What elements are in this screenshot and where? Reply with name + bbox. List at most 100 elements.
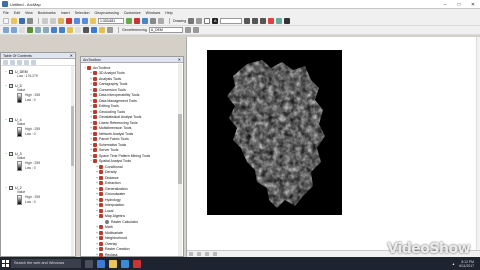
- toc-layer[interactable]: − ✓ U_4 Value High : 255 Low : 0: [5, 117, 71, 138]
- fixed-zoom-in-icon[interactable]: [35, 27, 41, 33]
- new-document-icon[interactable]: [3, 17, 9, 24]
- close-icon[interactable]: ✕: [178, 57, 181, 63]
- layer-visibility-checkbox[interactable]: ✓: [9, 69, 13, 74]
- georef-link-icon[interactable]: [192, 27, 199, 33]
- forward-extent-icon[interactable]: [59, 27, 65, 33]
- taskbar-search-input[interactable]: Search the web and Windows: [11, 259, 81, 268]
- layer-visibility-checkbox[interactable]: ✓: [9, 185, 13, 190]
- arcmap-taskbar-icon[interactable]: [133, 259, 141, 268]
- layer-visibility-checkbox[interactable]: ✓: [9, 117, 13, 122]
- fixed-zoom-out-icon[interactable]: [43, 27, 49, 33]
- measure-icon[interactable]: [107, 27, 113, 33]
- start-button[interactable]: [0, 257, 10, 270]
- back-extent-icon[interactable]: [51, 27, 57, 33]
- menu-file[interactable]: File: [3, 11, 9, 15]
- underline-icon[interactable]: [260, 17, 267, 24]
- text-icon[interactable]: A: [212, 17, 219, 24]
- arctoolbox-icon[interactable]: [134, 17, 140, 24]
- menu-view[interactable]: View: [25, 11, 33, 15]
- drawing-label[interactable]: Drawing: [173, 19, 186, 23]
- options-icon[interactable]: [31, 59, 36, 65]
- list-by-drawing-order-icon[interactable]: [3, 59, 8, 65]
- delete-icon[interactable]: [66, 17, 72, 24]
- pause-drawing-icon[interactable]: [213, 252, 218, 256]
- toc-layer[interactable]: − ✓ U_2 Value High : 255 Low : 0: [5, 185, 71, 206]
- menu-customize[interactable]: Customize: [124, 11, 141, 15]
- clear-selection-icon[interactable]: [75, 27, 81, 33]
- full-extent-icon[interactable]: [27, 27, 33, 33]
- menu-bookmarks[interactable]: Bookmarks: [38, 11, 56, 15]
- minimize-button[interactable]: –: [438, 0, 452, 9]
- add-data-icon[interactable]: [90, 17, 96, 24]
- list-by-visibility-icon[interactable]: [17, 59, 22, 65]
- python-icon[interactable]: [142, 17, 148, 24]
- redo-icon[interactable]: [82, 17, 88, 24]
- zoom-out-icon[interactable]: [11, 27, 17, 33]
- scroll-thumb[interactable]: [178, 114, 182, 184]
- menu-help[interactable]: Help: [165, 11, 172, 15]
- menu-insert[interactable]: Insert: [61, 11, 70, 15]
- georef-tool-icon[interactable]: [184, 27, 191, 33]
- raster-image[interactable]: [207, 50, 342, 215]
- edge-icon[interactable]: [97, 259, 105, 268]
- pointer-icon[interactable]: [188, 17, 195, 24]
- line-color-icon[interactable]: [284, 17, 291, 24]
- rectangle-icon[interactable]: [204, 17, 211, 24]
- scroll-thumb[interactable]: [71, 106, 74, 166]
- menu-edit[interactable]: Edit: [14, 11, 20, 15]
- search-icon[interactable]: [158, 17, 164, 24]
- open-folder-icon[interactable]: [11, 17, 17, 24]
- editor-icon[interactable]: [126, 17, 132, 24]
- close-icon[interactable]: ✕: [70, 53, 73, 59]
- toc-layer[interactable]: − ✓ U_3 Value High : 255 Low : 0: [5, 151, 71, 172]
- hyperlink-icon[interactable]: [99, 27, 105, 33]
- cut-icon[interactable]: [42, 17, 48, 24]
- maximize-button[interactable]: □: [452, 0, 466, 9]
- identify-icon[interactable]: [91, 27, 97, 33]
- toolbox-item-label: Hydrology: [105, 197, 121, 202]
- layer-visibility-checkbox[interactable]: ✓: [9, 83, 13, 88]
- pan-icon[interactable]: [19, 27, 25, 33]
- rotate-icon[interactable]: [196, 17, 203, 24]
- toolbox-icon: [87, 65, 91, 70]
- task-view-icon[interactable]: [85, 259, 93, 268]
- menu-windows[interactable]: Windows: [146, 11, 161, 15]
- catalog-icon[interactable]: [150, 17, 156, 24]
- select-features-icon[interactable]: [67, 27, 73, 33]
- paste-icon[interactable]: [58, 17, 64, 24]
- map-scale-input[interactable]: 1:333,681: [98, 17, 124, 24]
- toc-layer[interactable]: − ✓ U_5 Value High : 255 Low : 0: [5, 83, 71, 104]
- file-explorer-icon[interactable]: [109, 259, 117, 268]
- menu-selection[interactable]: Selection: [75, 11, 90, 15]
- list-by-selection-icon[interactable]: [24, 59, 29, 65]
- italic-icon[interactable]: [252, 17, 259, 24]
- store-icon[interactable]: [121, 259, 129, 268]
- network-icon[interactable]: ▲: [452, 262, 455, 266]
- map-view[interactable]: [186, 37, 480, 257]
- select-elements-icon[interactable]: [83, 27, 89, 33]
- save-icon[interactable]: [19, 17, 25, 24]
- georeferencing-label[interactable]: Georeferencing: [122, 28, 147, 32]
- layer-visibility-checkbox[interactable]: ✓: [9, 151, 13, 156]
- map-scrollbar[interactable]: [476, 37, 480, 250]
- toolbox-scrollbar[interactable]: [178, 64, 182, 256]
- layout-view-icon[interactable]: [197, 252, 202, 256]
- font-color-icon[interactable]: [268, 17, 275, 24]
- font-combo[interactable]: [220, 17, 243, 24]
- bold-icon[interactable]: [244, 17, 251, 24]
- refresh-icon[interactable]: [205, 252, 210, 256]
- zoom-in-icon[interactable]: [3, 27, 9, 33]
- close-button[interactable]: ✕: [466, 0, 480, 9]
- list-by-source-icon[interactable]: [10, 59, 15, 65]
- print-icon[interactable]: [27, 17, 33, 24]
- layer-combo[interactable]: U_DEM: [148, 27, 183, 33]
- menu-geoprocessing[interactable]: Geoprocessing: [95, 11, 119, 15]
- data-view-icon[interactable]: [189, 252, 193, 256]
- undo-icon[interactable]: [74, 17, 80, 24]
- copy-icon[interactable]: [50, 17, 56, 24]
- tool-icon: [105, 219, 109, 224]
- toc-scrollbar[interactable]: [71, 66, 74, 256]
- clock[interactable]: 8:12 PM 6/11/2017: [459, 260, 474, 268]
- toc-layer[interactable]: − ✓ U_DEM Low : 176.279: [5, 69, 71, 78]
- fill-color-icon[interactable]: [276, 17, 283, 24]
